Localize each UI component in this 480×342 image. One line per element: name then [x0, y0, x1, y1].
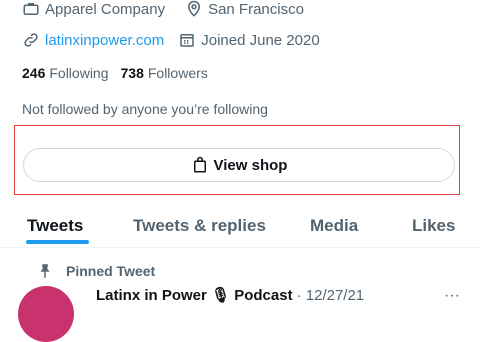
profile-website-link[interactable]: latinxinpower.com — [45, 32, 164, 49]
view-shop-button[interactable]: View shop — [23, 148, 455, 182]
tab-tweets-and-replies[interactable]: Tweets & replies — [133, 205, 266, 247]
profile-location: San Francisco — [208, 0, 304, 18]
tab-media[interactable]: Media — [310, 205, 358, 247]
tweet-author-name[interactable]: Latinx in Power 🎙 Podcast — [96, 286, 293, 304]
view-shop-label: View shop — [213, 156, 288, 174]
profile-meta-row-1: Apparel Company San Francisco — [22, 0, 304, 18]
location-pin-icon — [185, 0, 203, 18]
following-count: 246 — [22, 65, 46, 81]
briefcase-icon — [22, 0, 40, 18]
following-link[interactable]: 246 Following — [22, 65, 109, 81]
active-tab-indicator — [26, 240, 89, 244]
tab-likes[interactable]: Likes — [412, 205, 455, 247]
following-label: Following — [49, 65, 109, 81]
avatar[interactable] — [18, 286, 74, 342]
mutual-followers-note: Not followed by anyone you’re following — [22, 101, 268, 117]
profile-category: Apparel Company — [45, 0, 166, 18]
follow-counts: 246 Following 738 Followers — [22, 65, 208, 81]
followers-label: Followers — [147, 65, 208, 81]
pin-icon — [36, 262, 54, 280]
link-icon — [22, 31, 40, 49]
tweet-header: Latinx in Power 🎙 Podcast · 12/27/21 — [96, 286, 365, 305]
followers-count: 738 — [120, 65, 144, 81]
pinned-tweet-label-row: Pinned Tweet — [40, 262, 156, 280]
profile-joined-date: Joined June 2020 — [201, 31, 320, 49]
profile-meta-row-2: latinxinpower.com Joined June 2020 — [22, 31, 320, 49]
more-options-icon[interactable]: ··· — [444, 287, 460, 305]
shopping-bag-icon — [191, 156, 209, 174]
pinned-tweet-label: Pinned Tweet — [66, 263, 156, 279]
tweet-date[interactable]: · 12/27/21 — [297, 287, 365, 304]
followers-link[interactable]: 738 Followers — [121, 65, 208, 81]
calendar-icon — [178, 31, 196, 49]
